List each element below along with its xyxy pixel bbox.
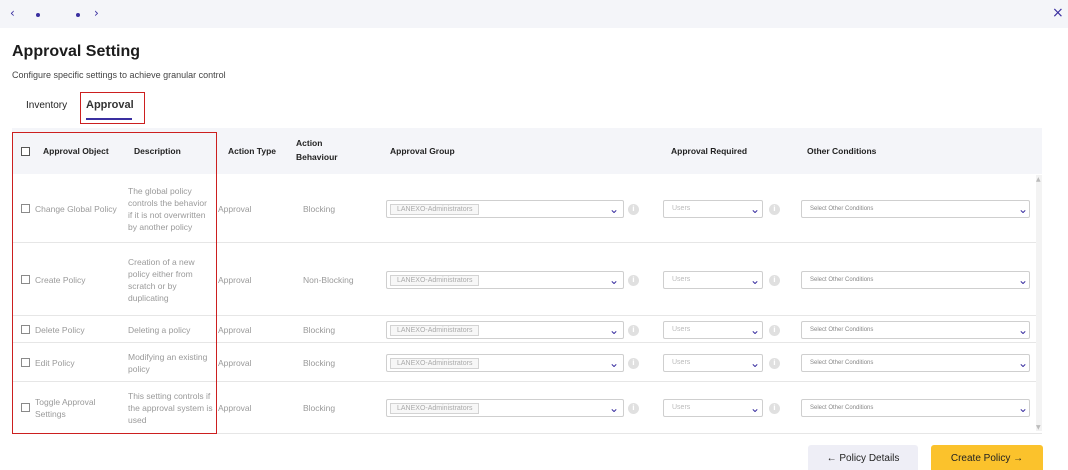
header-action-behaviour-line2: Behaviour bbox=[296, 152, 338, 162]
other-conditions-select[interactable]: Select Other Conditions ⌄ bbox=[801, 270, 1030, 289]
info-icon[interactable]: i bbox=[769, 357, 780, 369]
other-conditions-select[interactable]: Select Other Conditions ⌄ bbox=[801, 320, 1030, 339]
action-behaviour-value: Blocking bbox=[303, 357, 336, 368]
action-type-value: Approval bbox=[218, 274, 252, 285]
info-icon[interactable]: i bbox=[769, 324, 780, 336]
chevron-down-icon[interactable]: ⌄ bbox=[1018, 272, 1028, 288]
header-action-type: Action Type bbox=[228, 146, 277, 156]
chevron-down-icon[interactable]: ⌄ bbox=[609, 400, 619, 416]
approval-group-tag: LANEXO-Administrators bbox=[390, 403, 480, 414]
approval-group-select[interactable]: LANEXO-Administrators ⌄ bbox=[386, 353, 624, 372]
chevron-down-icon[interactable]: ⌄ bbox=[750, 322, 760, 338]
approval-required-value: Users bbox=[672, 275, 691, 283]
approval-required-value: Users bbox=[672, 358, 691, 366]
other-conditions-select[interactable]: Select Other Conditions ⌄ bbox=[801, 399, 1030, 417]
other-conditions-select[interactable]: Select Other Conditions ⌄ bbox=[801, 353, 1030, 372]
next-arrow-icon[interactable]: › bbox=[94, 6, 99, 20]
action-type-value: Approval bbox=[218, 357, 252, 368]
header-other-conditions: Other Conditions bbox=[807, 146, 877, 156]
step-dot-icon bbox=[36, 13, 40, 17]
approval-required-select[interactable]: Users ⌄ bbox=[663, 353, 763, 372]
action-behaviour-value: Blocking bbox=[303, 324, 336, 335]
action-behaviour-value: Non-Blocking bbox=[303, 274, 354, 285]
chevron-down-icon[interactable]: ⌄ bbox=[750, 355, 760, 371]
chevron-down-icon[interactable]: ⌄ bbox=[609, 272, 619, 288]
header-approval-group: Approval Group bbox=[390, 146, 455, 156]
chevron-down-icon[interactable]: ⌄ bbox=[1018, 322, 1028, 338]
action-type-value: Approval bbox=[218, 403, 252, 413]
approval-group-select[interactable]: LANEXO-Administrators ⌄ bbox=[386, 399, 624, 417]
create-policy-button[interactable]: Create Policy → bbox=[931, 445, 1043, 470]
action-behaviour-value: Blocking bbox=[303, 204, 336, 214]
table-scrollbar[interactable] bbox=[1036, 175, 1042, 431]
other-conditions-placeholder: Select Other Conditions bbox=[810, 405, 874, 411]
approval-group-tag: LANEXO-Administrators bbox=[390, 324, 480, 336]
approval-required-value: Users bbox=[672, 205, 691, 212]
action-type-value: Approval bbox=[218, 204, 252, 214]
info-icon[interactable]: i bbox=[628, 204, 639, 215]
approval-group-tag: LANEXO-Administrators bbox=[390, 357, 480, 369]
approval-required-select[interactable]: Users ⌄ bbox=[663, 270, 763, 289]
approval-group-select[interactable]: LANEXO-Administrators ⌄ bbox=[386, 270, 624, 289]
chevron-down-icon[interactable]: ⌄ bbox=[1018, 355, 1028, 371]
approval-group-select[interactable]: LANEXO-Administrators ⌄ bbox=[386, 320, 624, 339]
prev-arrow-icon[interactable]: ‹ bbox=[10, 6, 15, 20]
action-type-value: Approval bbox=[218, 324, 252, 335]
header-approval-required: Approval Required bbox=[671, 146, 748, 156]
chevron-down-icon[interactable]: ⌄ bbox=[609, 322, 619, 338]
approval-required-select[interactable]: Users ⌄ bbox=[663, 200, 763, 218]
chevron-down-icon[interactable]: ⌄ bbox=[1018, 201, 1028, 217]
chevron-down-icon[interactable]: ⌄ bbox=[1018, 400, 1028, 416]
info-icon[interactable]: i bbox=[628, 274, 639, 286]
approval-required-select[interactable]: Users ⌄ bbox=[663, 320, 763, 339]
tab-inventory[interactable]: Inventory bbox=[26, 100, 67, 111]
other-conditions-placeholder: Select Other Conditions bbox=[810, 359, 874, 366]
top-bar: ‹ › × bbox=[0, 0, 1068, 28]
other-conditions-placeholder: Select Other Conditions bbox=[810, 206, 874, 212]
chevron-down-icon[interactable]: ⌄ bbox=[609, 201, 619, 217]
policy-details-button[interactable]: ← Policy Details bbox=[808, 445, 918, 470]
other-conditions-placeholder: Select Other Conditions bbox=[810, 326, 874, 333]
highlight-box bbox=[12, 132, 217, 434]
info-icon[interactable]: i bbox=[769, 403, 780, 414]
chevron-down-icon[interactable]: ⌄ bbox=[609, 355, 619, 371]
info-icon[interactable]: i bbox=[628, 357, 639, 369]
approval-group-tag: LANEXO-Administrators bbox=[390, 274, 480, 286]
approval-group-select[interactable]: LANEXO-Administrators ⌄ bbox=[386, 200, 624, 218]
approval-required-value: Users bbox=[672, 404, 691, 411]
scroll-up-icon[interactable]: ▲ bbox=[1036, 176, 1041, 183]
page-title: Approval Setting bbox=[12, 43, 141, 60]
chevron-down-icon[interactable]: ⌄ bbox=[750, 400, 760, 416]
scroll-down-icon[interactable]: ▼ bbox=[1036, 424, 1041, 431]
action-behaviour-value: Blocking bbox=[303, 403, 336, 413]
approval-required-value: Users bbox=[672, 325, 691, 333]
tab-highlight-box bbox=[80, 92, 145, 124]
page-subtitle: Configure specific settings to achieve g… bbox=[12, 70, 226, 80]
other-conditions-placeholder: Select Other Conditions bbox=[810, 276, 874, 283]
step-dot-icon bbox=[76, 13, 80, 17]
info-icon[interactable]: i bbox=[628, 403, 639, 414]
other-conditions-select[interactable]: Select Other Conditions ⌄ bbox=[801, 200, 1030, 218]
approval-group-tag: LANEXO-Administrators bbox=[390, 204, 480, 215]
chevron-down-icon[interactable]: ⌄ bbox=[750, 272, 760, 288]
info-icon[interactable]: i bbox=[769, 274, 780, 286]
header-action-behaviour-line1: Action bbox=[296, 138, 323, 148]
info-icon[interactable]: i bbox=[769, 204, 780, 215]
close-icon[interactable]: × bbox=[1052, 5, 1064, 21]
chevron-down-icon[interactable]: ⌄ bbox=[750, 201, 760, 217]
approval-required-select[interactable]: Users ⌄ bbox=[663, 399, 763, 417]
info-icon[interactable]: i bbox=[628, 324, 639, 336]
